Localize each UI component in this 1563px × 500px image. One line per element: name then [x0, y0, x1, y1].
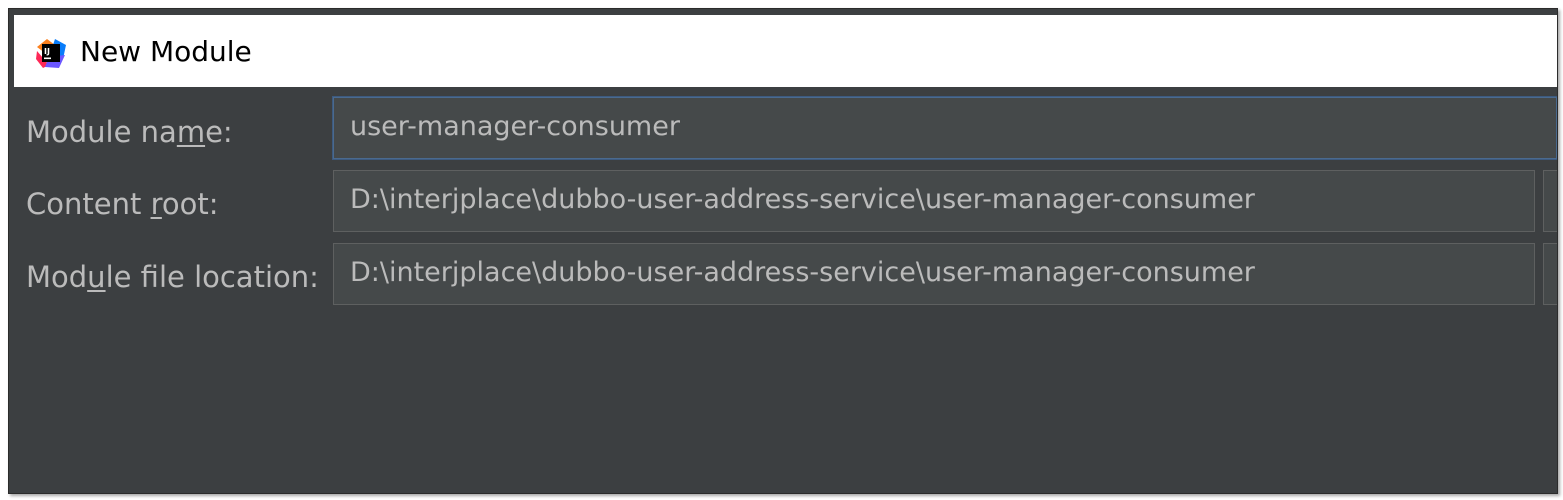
- content-root-browse-button[interactable]: [1543, 170, 1557, 232]
- module-name-input[interactable]: user-manager-consumer: [333, 97, 1557, 159]
- intellij-idea-icon: IJ: [36, 39, 66, 68]
- mnemonic-underline: m: [176, 115, 206, 149]
- mnemonic-underline: u: [87, 260, 106, 294]
- new-module-dialog: IJ New Module Module name: user-manager-…: [8, 8, 1558, 494]
- module-file-location-input[interactable]: D:\interjplace\dubbo-user-address-servic…: [333, 243, 1535, 305]
- svg-text:IJ: IJ: [44, 47, 50, 56]
- module-file-location-label: Module file location:: [26, 260, 319, 294]
- content-root-input[interactable]: D:\interjplace\dubbo-user-address-servic…: [333, 170, 1535, 232]
- module-name-label: Module name:: [26, 115, 233, 149]
- dialog-titlebar: IJ New Module: [14, 15, 1557, 87]
- dialog-title: New Module: [80, 35, 252, 68]
- screenshot-frame: IJ New Module Module name: user-manager-…: [0, 0, 1563, 500]
- content-root-label: Content root:: [26, 187, 219, 221]
- mnemonic-underline: r: [150, 187, 162, 221]
- module-file-location-browse-button[interactable]: [1543, 243, 1557, 305]
